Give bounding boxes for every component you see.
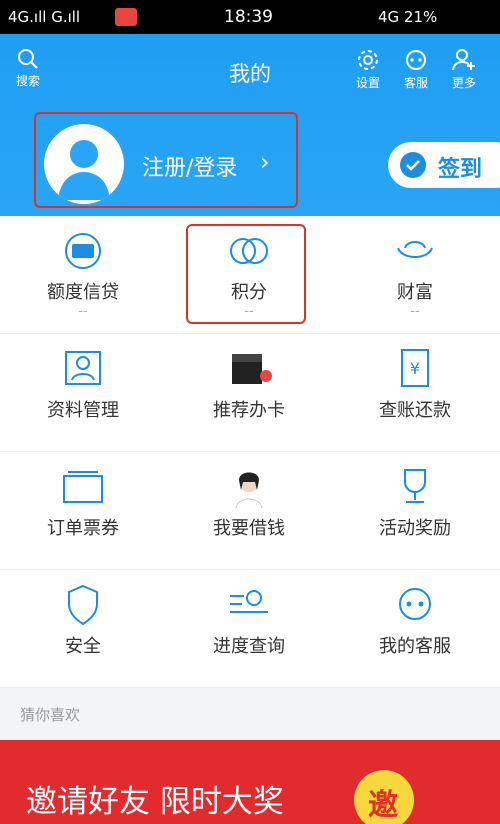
grid-item-label: 资料管理	[47, 400, 119, 421]
ingot-icon	[397, 241, 433, 258]
grid-row: 订单票券 我要借钱 活动奖励	[0, 452, 500, 570]
grid-item-label: 推荐办卡	[213, 400, 285, 421]
robot-icon	[406, 50, 426, 70]
grid-item-label: 额度信贷	[47, 282, 119, 303]
checkin-label: 签到	[438, 157, 483, 182]
grid-item-value: --	[410, 304, 420, 319]
grid-item-recommend-card[interactable]: 推荐办卡	[166, 334, 332, 452]
ticket-icon	[63, 471, 103, 503]
grid-item-borrow[interactable]: 我要借钱	[166, 452, 332, 570]
points-highlight-box	[186, 224, 306, 324]
settings-button[interactable]: 设置	[348, 48, 388, 91]
clapperboard-icon	[232, 354, 272, 384]
status-bar: 4G.ıll G.ıll 18:39 4G 21%	[0, 0, 500, 34]
grid-item-profile[interactable]: 资料管理	[0, 334, 166, 452]
credit-badge-icon	[65, 233, 101, 269]
trophy-icon	[404, 469, 426, 503]
grid-item-label: 我的客服	[379, 636, 451, 657]
service-button[interactable]: 客服	[396, 48, 436, 91]
grid-item-label: 活动奖励	[379, 518, 451, 539]
avatar[interactable]	[44, 124, 124, 204]
grid-item-value: --	[78, 304, 88, 319]
grid-item-rewards[interactable]: 活动奖励	[332, 452, 498, 570]
profile-header: 搜索 我的 设置 客服 更多 注册/登录 › 签到	[0, 34, 500, 216]
grid-item-label: 查账还款	[379, 400, 451, 421]
robot-icon	[399, 588, 431, 620]
grid-item-security[interactable]: 安全	[0, 570, 166, 688]
grid-item-customer-service[interactable]: 我的客服	[332, 570, 498, 688]
grid-item-label: 安全	[65, 636, 101, 657]
service-label: 客服	[403, 76, 428, 90]
add-user-icon	[452, 49, 475, 71]
grid-row: 资料管理 推荐办卡 ¥ 查账还款	[0, 334, 500, 452]
grid-item-label: 我要借钱	[213, 518, 285, 539]
grid-item-progress[interactable]: 进度查询	[166, 570, 332, 688]
check-icon	[400, 152, 426, 178]
recommend-label: 猜你喜欢	[20, 706, 81, 724]
settings-label: 设置	[355, 76, 380, 90]
bottom-nav[interactable]	[0, 808, 500, 824]
app-notification-icon	[115, 8, 137, 26]
profile-card-icon	[65, 351, 101, 385]
more-label: 更多	[451, 76, 476, 90]
grid-item-credit[interactable]: 额度信贷 --	[0, 216, 166, 334]
grid-item-orders[interactable]: 订单票券	[0, 452, 166, 570]
spokesperson-icon	[235, 472, 263, 508]
svg-text:¥: ¥	[410, 359, 420, 378]
grid-item-wealth[interactable]: 财富 --	[332, 216, 498, 334]
checkin-button[interactable]: 签到	[388, 142, 500, 188]
progress-search-icon	[230, 590, 268, 613]
default-avatar-icon	[58, 140, 110, 200]
grid-item-billing[interactable]: ¥ 查账还款	[332, 334, 498, 452]
shield-icon	[68, 584, 98, 626]
recommend-section-header: 猜你喜欢	[0, 688, 500, 740]
grid-row: 安全 进度查询 我的客服	[0, 570, 500, 688]
gear-icon	[358, 50, 378, 70]
signal-indicator: 4G.ıll G.ıll	[8, 8, 81, 26]
login-link[interactable]: 注册/登录	[142, 150, 237, 182]
battery-indicator: 4G 21%	[378, 8, 438, 26]
grid-item-label: 财富	[397, 282, 433, 303]
clock: 18:39	[224, 7, 273, 27]
grid-item-label: 进度查询	[213, 636, 285, 657]
more-button[interactable]: 更多	[444, 48, 484, 91]
grid-item-label: 订单票券	[47, 518, 119, 539]
chevron-right-icon: ›	[260, 148, 270, 176]
bill-icon: ¥	[401, 349, 429, 387]
